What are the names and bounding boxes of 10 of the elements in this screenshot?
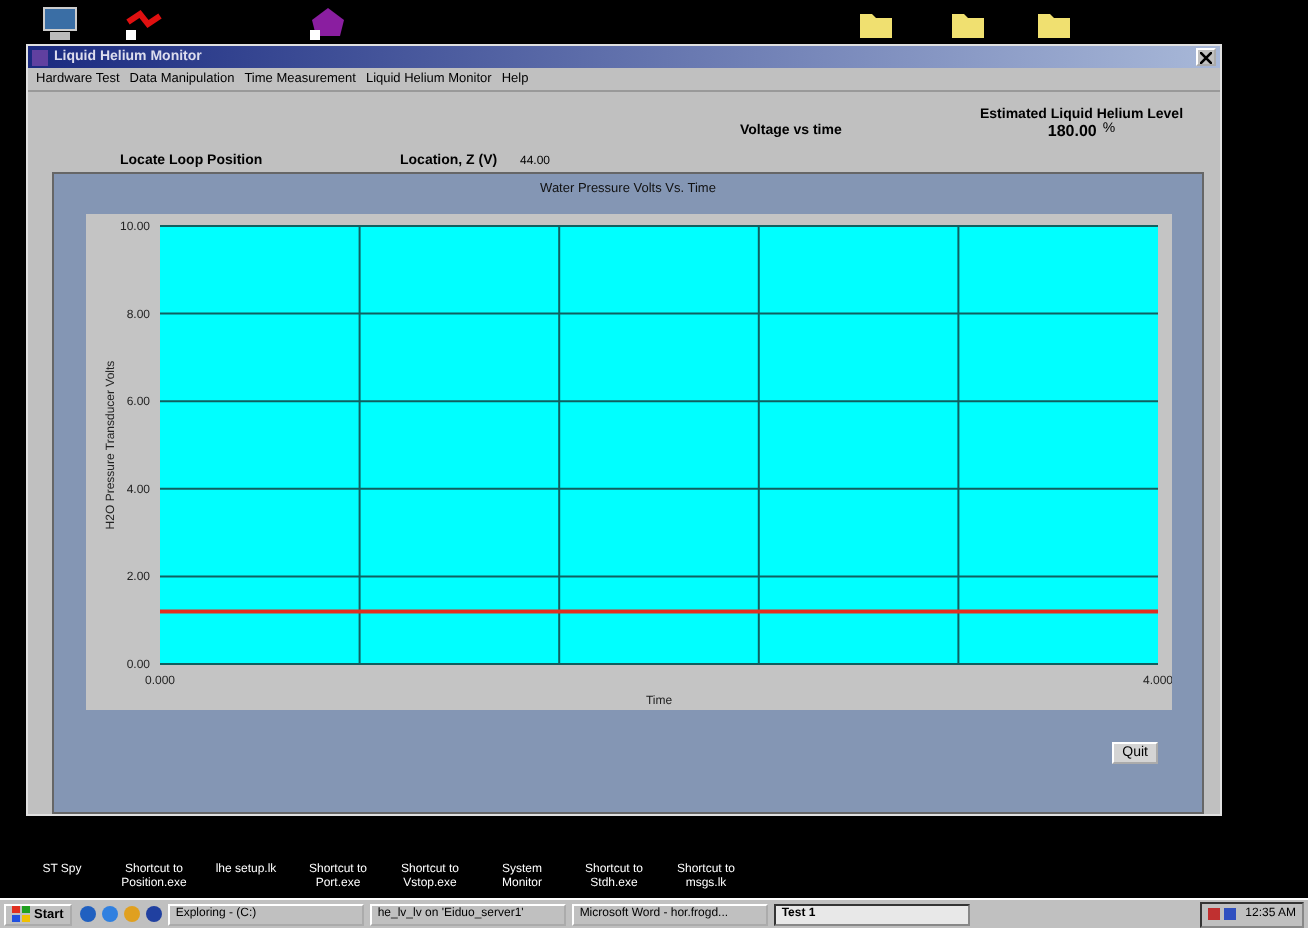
app-icon[interactable] — [308, 6, 348, 42]
close-button[interactable] — [1196, 48, 1216, 66]
level-value: 180.00 — [1047, 122, 1097, 140]
network-icon[interactable] — [124, 6, 164, 42]
app-icon — [32, 49, 48, 65]
quick-launch-icons[interactable] — [77, 904, 162, 924]
computer-icon[interactable] — [40, 6, 80, 42]
windows-logo-icon — [12, 906, 30, 922]
tray-icons — [1207, 906, 1240, 922]
close-icon — [1200, 51, 1212, 63]
